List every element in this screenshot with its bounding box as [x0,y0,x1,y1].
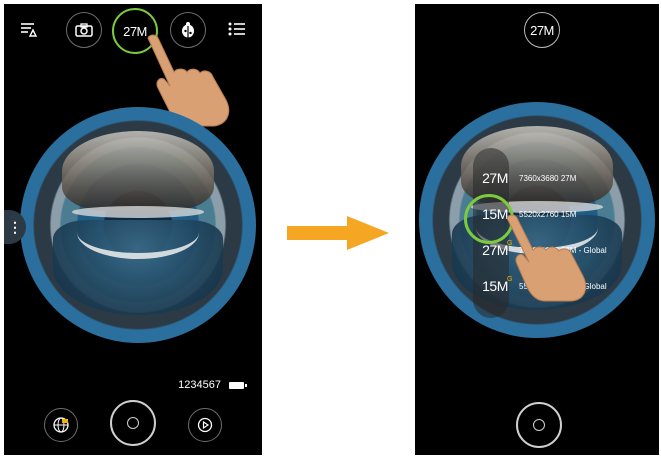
more-vertical-icon: ⋮ [8,218,22,235]
transition-arrow-icon [287,216,389,250]
resolution-label: 27M [530,22,554,38]
phone-screen-right: 27M 27M 7360x3680 27M 15M 5520x2760 15M … [415,4,659,455]
camera-icon[interactable] [66,12,102,48]
globe-mode-icon[interactable] [44,408,78,442]
resolution-description: 7360x3680 27M [519,174,577,183]
shutter-button[interactable] [110,400,156,446]
panorama-globe-preview[interactable] [20,107,256,343]
status-bar: 1234567 [178,379,247,391]
shot-counter: 1234567 [178,379,221,391]
shutter-button[interactable] [516,402,562,448]
pointing-hand-icon [506,214,587,302]
battery-icon [229,381,247,389]
resolution-selector-button[interactable]: 27M [524,12,560,48]
phone-screen-left: 27M ⋮ 1234567 [4,4,262,455]
play-icon[interactable] [188,408,222,442]
resolution-badge: 27M [482,170,508,186]
filter-menu-icon[interactable] [18,18,40,40]
resolution-option[interactable]: 27M 7360x3680 27M [415,162,659,196]
